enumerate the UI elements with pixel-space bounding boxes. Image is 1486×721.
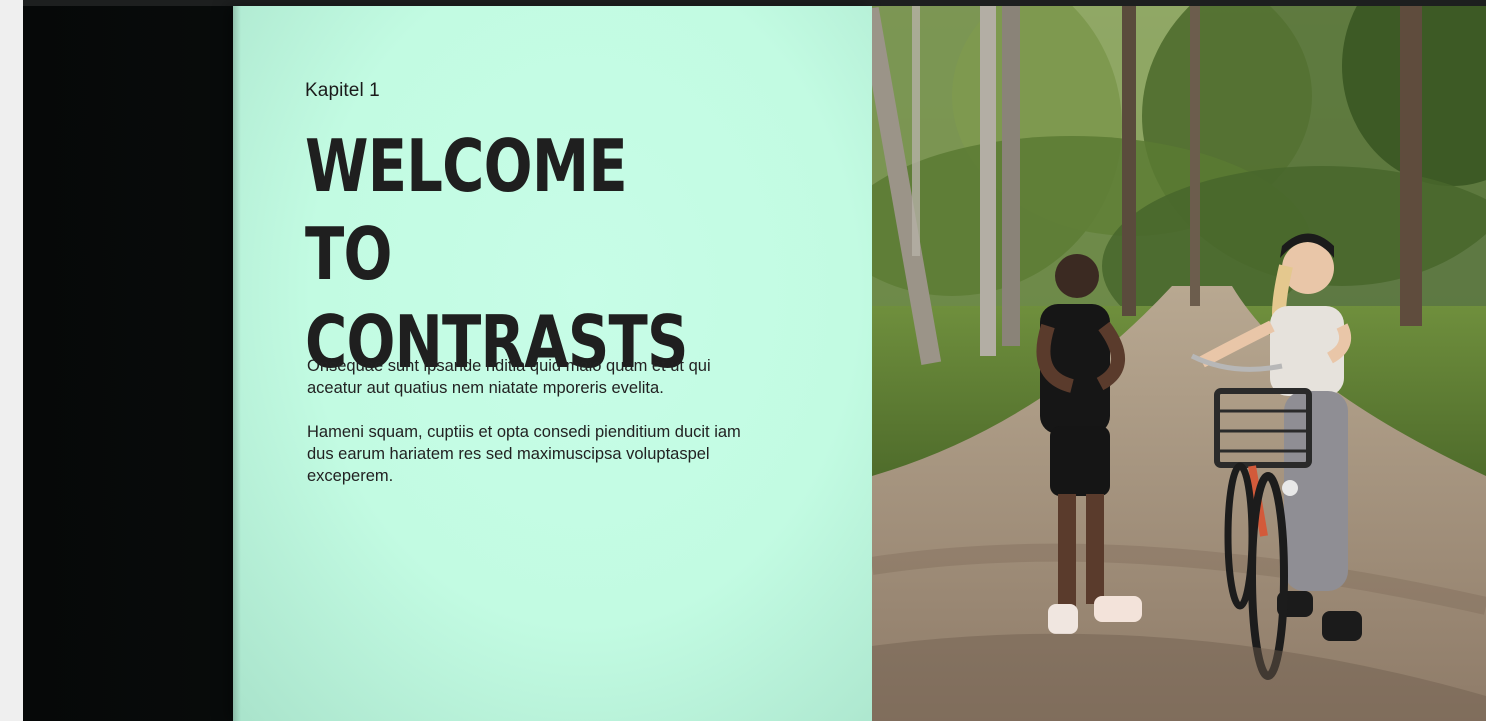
viewer-stage: Kapitel 1 WELCOME TO CONTRASTS Onsequae … xyxy=(0,0,1486,721)
forest-path-photo xyxy=(872,6,1486,721)
chapter-label: Kapitel 1 xyxy=(305,80,380,101)
title-line-1: WELCOME TO xyxy=(305,124,628,296)
photo-illustration-icon xyxy=(872,6,1486,721)
body-paragraph-2: Hameni squam, cuptiis et opta consedi pi… xyxy=(307,423,741,485)
slide-shadow xyxy=(233,6,241,721)
slide-title: WELCOME TO CONTRASTS xyxy=(305,122,721,386)
body-paragraph-1: Onsequae sunt ipsande nditia quid maio q… xyxy=(307,357,711,397)
